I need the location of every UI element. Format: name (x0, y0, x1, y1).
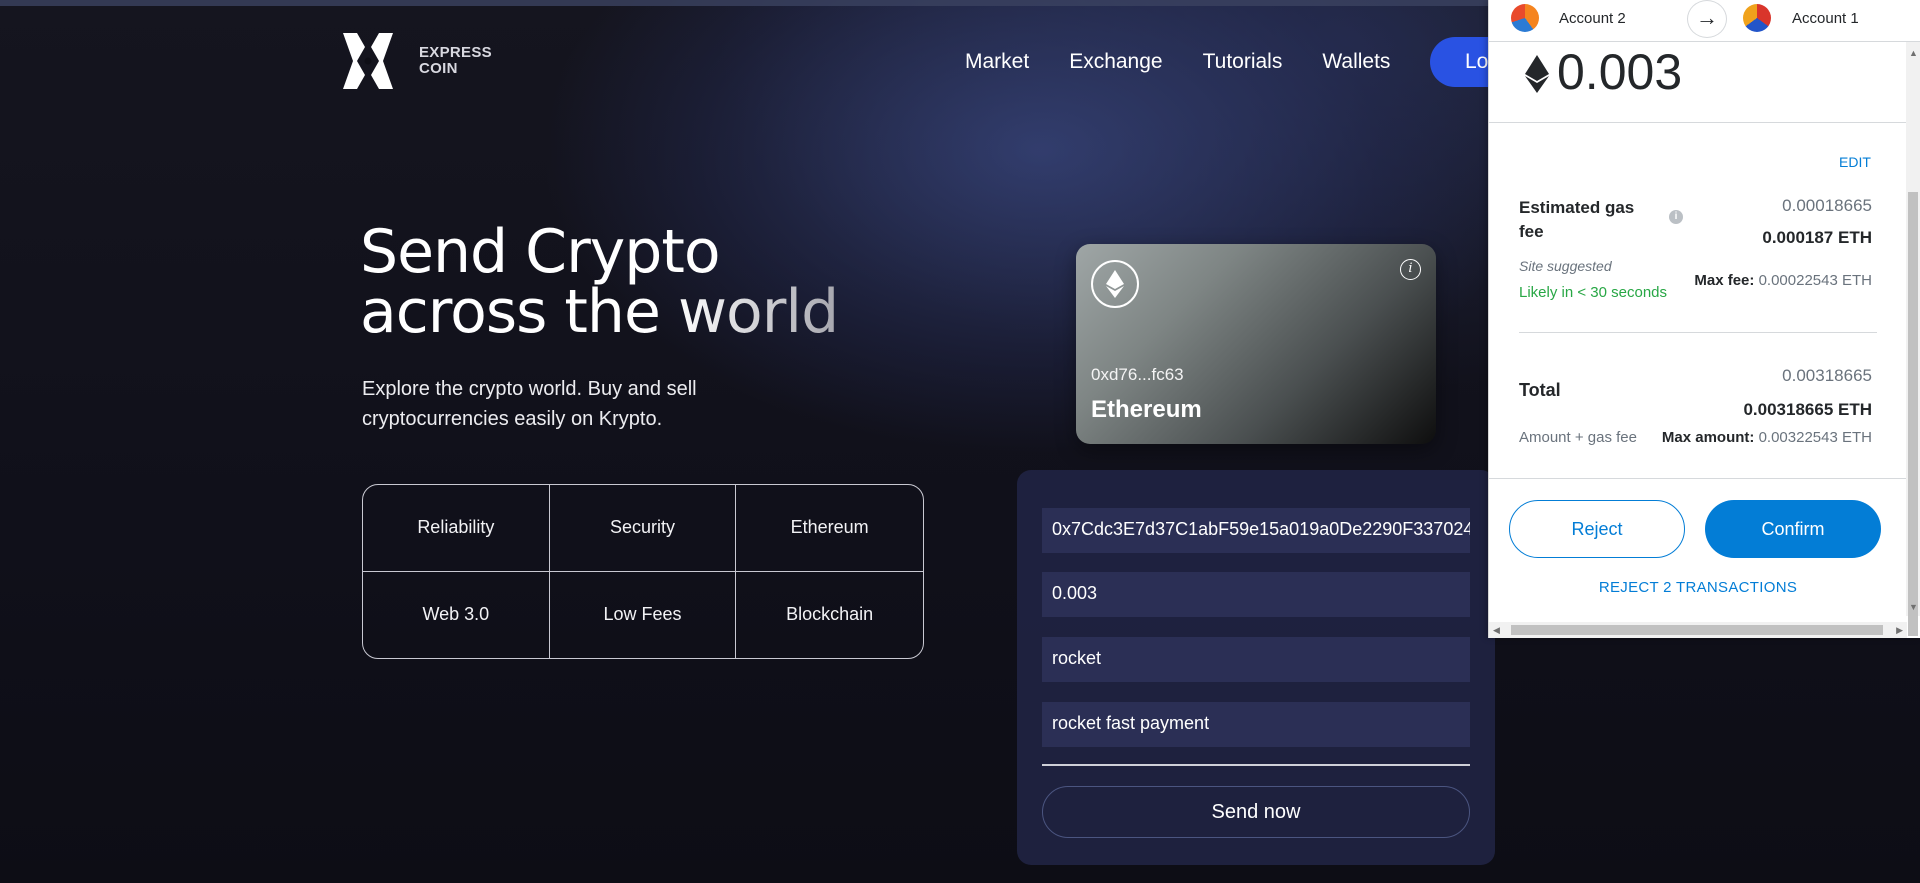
account-bar: Account 2 → Account 1 (1489, 0, 1920, 42)
hero-title-line2-b: the world (564, 277, 839, 347)
from-account-name[interactable]: Account 2 (1559, 10, 1626, 27)
feature-web3: Web 3.0 (363, 571, 550, 658)
ethereum-icon (1525, 47, 1549, 105)
hero-title-line2-a: across (360, 277, 565, 347)
gas-fee-eth: 0.000187 ETH (1762, 228, 1872, 247)
logo-mark-icon (343, 33, 393, 89)
scroll-right-icon[interactable]: ▶ (1896, 625, 1903, 636)
scroll-left-icon[interactable]: ◀ (1493, 625, 1500, 636)
max-amount: Max amount: 0.00322543 ETH (1662, 429, 1872, 446)
edit-gas-link[interactable]: EDIT (1839, 154, 1871, 170)
divider (1489, 478, 1907, 479)
max-fee-label: Max fee: (1694, 272, 1755, 289)
scroll-up-icon[interactable]: ▲ (1909, 48, 1918, 58)
vertical-scroll-thumb[interactable] (1908, 192, 1918, 636)
gas-fee-label: Estimated gas fee (1519, 198, 1635, 241)
total-eth: 0.00318665 ETH (1743, 400, 1872, 419)
address-to-input[interactable]: 0x7Cdc3E7d37C1abF59e15a019a0De2290F33702… (1042, 508, 1470, 553)
nav-market[interactable]: Market (965, 50, 1029, 74)
hero-subtitle-line2: cryptocurrencies easily on Krypto. (362, 408, 663, 430)
ethereum-icon (1091, 260, 1139, 308)
amount-gas-label: Amount + gas fee (1519, 429, 1637, 446)
hero-subtitle: Explore the crypto world. Buy and sell c… (362, 374, 782, 434)
feature-low-fees: Low Fees (550, 571, 737, 658)
to-account-avatar (1743, 4, 1771, 32)
divider (1489, 122, 1907, 123)
send-amount-value: 0.003 (1557, 44, 1683, 100)
card-network-name: Ethereum (1091, 396, 1202, 423)
reject-all-link[interactable]: REJECT 2 TRANSACTIONS (1489, 579, 1907, 596)
gas-fee-small: 0.00018665 (1782, 196, 1872, 215)
max-amount-value: 0.00322543 ETH (1758, 429, 1872, 446)
total-small: 0.00318665 (1782, 366, 1872, 385)
ethereum-card: i 0xd76...fc63 Ethereum (1076, 244, 1436, 444)
likely-time-label: Likely in < 30 seconds (1519, 284, 1668, 301)
info-icon[interactable]: i (1400, 259, 1421, 280)
max-amount-label: Max amount: (1661, 429, 1755, 446)
logo-text-line1: EXPRESS (419, 44, 492, 61)
max-fee-value: 0.00022543 ETH (1758, 272, 1872, 289)
hero-title: Send Crypto across the world (360, 217, 839, 342)
feature-security: Security (549, 485, 737, 572)
wallet-confirm-popup: Account 2 → Account 1 0.003 EDIT Estimat… (1488, 0, 1920, 638)
info-icon[interactable]: i (1669, 210, 1683, 224)
horizontal-scroll-thumb[interactable] (1511, 625, 1883, 635)
vertical-scrollbar[interactable]: ▲ ▼ (1906, 42, 1920, 636)
features-grid: Reliability Security Ethereum Web 3.0 Lo… (362, 484, 924, 659)
site-suggested-label: Site suggested (1519, 258, 1612, 274)
form-divider (1042, 764, 1470, 766)
send-form: 0x7Cdc3E7d37C1abF59e15a019a0De2290F33702… (1017, 470, 1495, 865)
hero-title-line1: Send Crypto (360, 217, 721, 287)
keyword-input[interactable]: rocket (1042, 637, 1470, 682)
to-account-name[interactable]: Account 1 (1792, 10, 1859, 27)
express-coin-logo[interactable]: EXPRESS COIN (337, 30, 492, 92)
max-fee: Max fee: 0.00022543 ETH (1694, 272, 1872, 289)
send-amount: 0.003 (1525, 43, 1682, 105)
from-account-avatar (1511, 4, 1539, 32)
send-now-button[interactable]: Send now (1042, 786, 1470, 838)
main-nav: Market Exchange Tutorials Wallets (965, 50, 1390, 74)
nav-tutorials[interactable]: Tutorials (1203, 50, 1283, 74)
nav-exchange[interactable]: Exchange (1069, 50, 1162, 74)
feature-blockchain: Blockchain (786, 604, 874, 625)
divider (1519, 332, 1877, 333)
amount-input[interactable]: 0.003 (1042, 572, 1470, 617)
logo-text: EXPRESS COIN (419, 45, 492, 77)
feature-ethereum: Ethereum (736, 485, 923, 572)
nav-wallets[interactable]: Wallets (1322, 50, 1390, 74)
reject-button[interactable]: Reject (1509, 500, 1685, 558)
confirm-button[interactable]: Confirm (1705, 500, 1881, 558)
horizontal-scrollbar[interactable]: ◀ ▶ (1489, 622, 1907, 638)
scroll-down-icon[interactable]: ▼ (1909, 602, 1918, 612)
hero-subtitle-line1: Explore the crypto world. Buy and sell (362, 378, 697, 400)
total-label: Total (1519, 380, 1561, 400)
hero-title-line2: across the world (360, 282, 839, 342)
arrow-right-icon: → (1687, 0, 1727, 38)
logo-text-line2: COIN (419, 60, 458, 77)
feature-reliability: Reliability (363, 485, 550, 572)
message-input[interactable]: rocket fast payment (1042, 702, 1470, 747)
card-address: 0xd76...fc63 (1091, 365, 1184, 384)
